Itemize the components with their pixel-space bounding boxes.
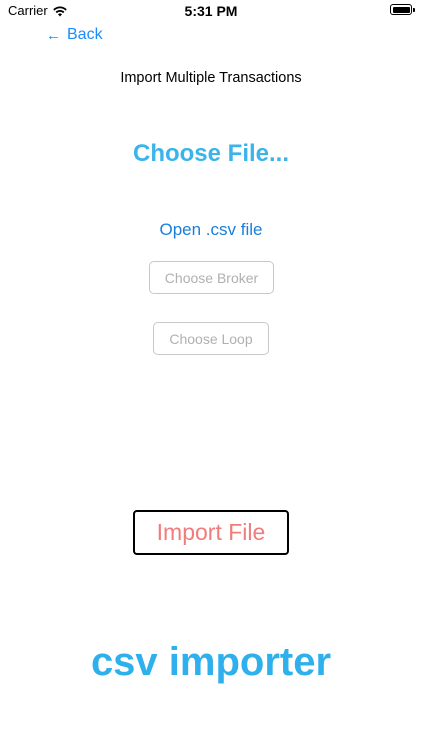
open-csv-label: Open .csv file (159, 220, 263, 239)
choose-file-button[interactable]: Choose File... (0, 140, 422, 168)
brand-label: csv importer (90, 640, 332, 684)
back-button[interactable]: ← Back (46, 26, 103, 44)
battery-icon (390, 4, 415, 15)
status-bar: Carrier 5:31 PM (0, 0, 422, 22)
page-title: Import Multiple Transactions (120, 70, 302, 86)
clock: 5:31 PM (184, 3, 238, 19)
import-file-button[interactable]: Import File (133, 510, 289, 555)
choose-broker-button[interactable]: Choose Broker (149, 261, 274, 294)
back-label: Back (67, 26, 103, 43)
choose-loop-button[interactable]: Choose Loop (153, 322, 269, 355)
back-arrow-icon: ← (46, 26, 61, 44)
